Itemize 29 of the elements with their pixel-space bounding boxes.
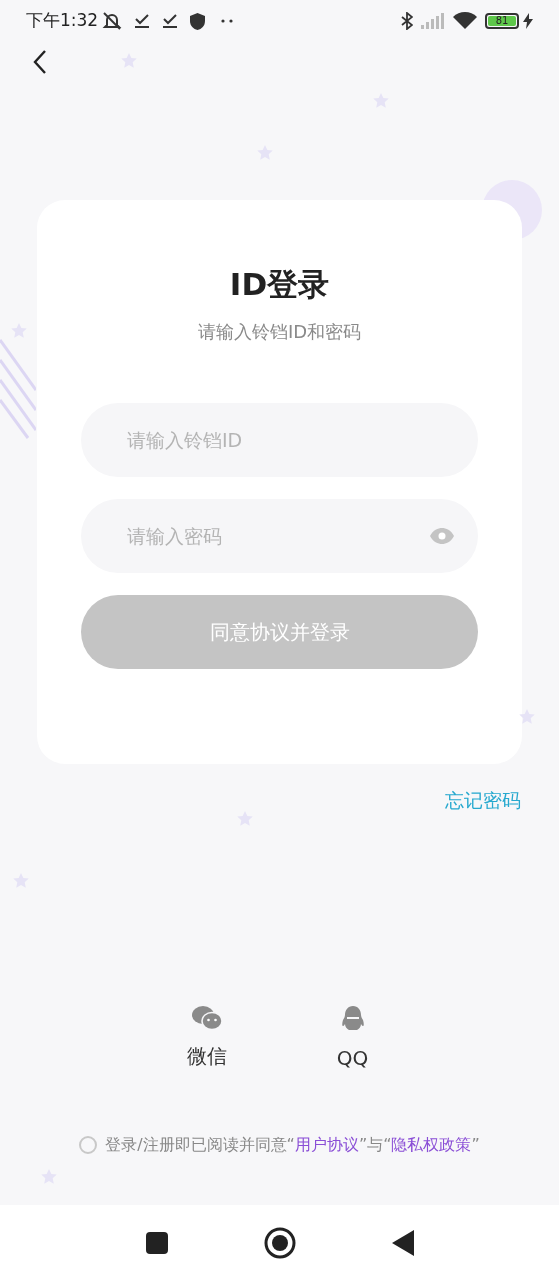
- card-title: ID登录: [229, 265, 330, 304]
- star-icon: [518, 708, 536, 726]
- wifi-icon: [453, 12, 477, 30]
- more-icon: [221, 19, 234, 23]
- chat-bubbles-icon: [190, 1005, 223, 1031]
- download-done-icon: [162, 13, 179, 29]
- battery-level: 81: [488, 16, 516, 26]
- id-field[interactable]: 请输入铃铛ID: [81, 403, 478, 477]
- shield-icon: [190, 12, 206, 30]
- agreement-text: 登录/注册即已阅读并同意“用户协议”与“隐私权政策”: [105, 1134, 480, 1156]
- recents-icon[interactable]: [145, 1231, 168, 1254]
- status-time: 下午1:32: [26, 9, 99, 33]
- bluetooth-icon: [401, 12, 413, 30]
- password-field[interactable]: 请输入密码: [81, 499, 478, 573]
- download-done-icon: [134, 13, 151, 29]
- social-login-button[interactable]: 微信: [176, 1005, 237, 1073]
- muted-bell-icon: [102, 11, 123, 31]
- back-icon[interactable]: [32, 49, 48, 75]
- policy-link[interactable]: 隐私权政策: [391, 1135, 472, 1154]
- home-icon[interactable]: [263, 1226, 296, 1259]
- charging-icon: [523, 13, 533, 29]
- back-icon[interactable]: [391, 1229, 414, 1256]
- signal-icon: [421, 13, 445, 29]
- penguin-icon: [339, 1005, 366, 1033]
- social-login-button[interactable]: QQ: [322, 1005, 383, 1073]
- agreement-checkbox[interactable]: [79, 1136, 98, 1154]
- forgot-password-link[interactable]: 忘记密码: [445, 786, 521, 815]
- policy-link[interactable]: 用户协议: [294, 1135, 359, 1154]
- card-subtitle: 请输入铃铛ID和密码: [197, 320, 362, 344]
